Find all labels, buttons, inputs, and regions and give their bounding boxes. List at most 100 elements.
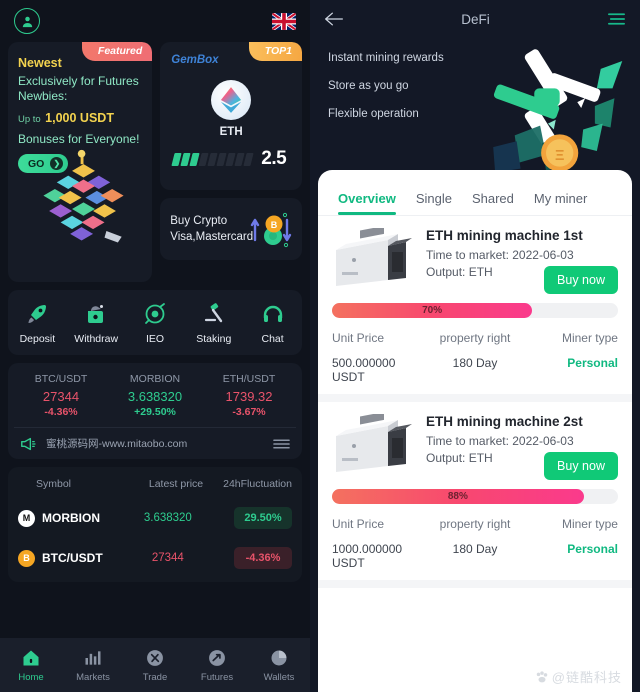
nav-item-futures[interactable]: Futures (186, 648, 248, 683)
market-change-cell: 29.50% (211, 507, 292, 529)
quick-action-label: Deposit (19, 333, 56, 345)
miner-name: ETH mining machine 2st (426, 414, 583, 429)
property-right-value: 180 Day (452, 356, 498, 370)
ticker-btc[interactable]: BTC/USDT 27344 -4.36% (14, 373, 108, 418)
futures-bonus-card[interactable]: Featured Newest Exclusively for Futures … (8, 42, 153, 282)
quick-action-chat[interactable]: Chat (245, 302, 301, 345)
market-header-change: 24hFluctuation (223, 478, 292, 490)
miner-card: ETH mining machine 1st Time to market: 2… (318, 216, 632, 402)
miner-kv-header: Unit Price property right Miner type (332, 331, 618, 345)
unit-price-label: Unit Price (332, 517, 385, 531)
ticker-name: BTC/USDT (34, 373, 88, 385)
defi-hero: Instant mining rewards Store as you go F… (310, 38, 640, 173)
buy-now-button[interactable]: Buy now (544, 266, 618, 294)
bitcoin-coin-icon: B (18, 549, 35, 567)
promo-upto-label: Up to (18, 114, 41, 125)
miner-card: ETH mining machine 2st Time to market: 2… (318, 402, 632, 588)
watermark: @链酷科技 (535, 667, 622, 686)
ticker-name: MORBION (129, 373, 181, 385)
unit-price-label: Unit Price (332, 331, 385, 345)
property-right-label: property right (439, 331, 511, 345)
market-symbol-cell: M MORBION (18, 509, 125, 527)
buy-crypto-line-2: Visa,Mastercard (170, 231, 254, 243)
quick-action-staking[interactable]: Staking (186, 302, 242, 345)
futures-icon (209, 649, 225, 666)
buy-crypto-text: Buy Crypto Visa,Mastercard (170, 213, 253, 245)
quick-action-withdraw[interactable]: Withdraw (68, 302, 124, 345)
quick-action-ieo[interactable]: IEO (127, 302, 183, 345)
ticker-change: +29.50% (134, 406, 176, 418)
market-table-header: Symbol Latest price 24hFluctuation (18, 475, 292, 498)
buy-now-button[interactable]: Buy now (544, 452, 618, 480)
headset-icon (263, 305, 282, 322)
quick-action-label: Staking (196, 333, 232, 345)
rocket-icon (28, 305, 47, 323)
gembox-card[interactable]: TOP1 GemBox ETH 2.5 (160, 42, 302, 190)
nav-label: Trade (142, 671, 168, 683)
market-header-symbol: Symbol (36, 478, 72, 490)
tab-my-miner[interactable]: My miner (524, 191, 597, 215)
status-badge: -4.36% (234, 547, 292, 569)
miner-progress-track: 88% (332, 489, 618, 504)
defi-tabs: Overview Single Shared My miner (318, 170, 632, 216)
back-arrow-icon[interactable] (324, 11, 344, 27)
ticker-row: BTC/USDT 27344 -4.36% MORBION 3.638320 +… (14, 373, 296, 418)
market-list-card: Symbol Latest price 24hFluctuation M MOR… (8, 467, 302, 582)
miner-time-to-market: Time to market: 2022-06-03 (426, 248, 618, 262)
miner-name: ETH mining machine 1st (426, 228, 583, 243)
tab-single[interactable]: Single (406, 191, 462, 215)
market-change-cell: -4.36% (211, 547, 292, 569)
miner-type-value: Personal (567, 542, 618, 556)
eth-coin-icon (211, 80, 252, 120)
quick-actions-bar: Deposit Withdraw IEO Staking Chat (8, 290, 302, 355)
market-price: 3.638320 (143, 512, 192, 524)
buy-crypto-line-1: Buy Crypto (170, 215, 228, 227)
miner-time-label: Time to market: (426, 434, 509, 448)
miner-top-row: ETH mining machine 1st Time to market: 2… (332, 228, 618, 294)
morbion-coin-icon: M (18, 509, 35, 527)
bottom-navigation: Home Markets Trade Futures Wallets (0, 638, 310, 692)
miner-time-value: 2022-06-03 (512, 434, 574, 448)
promo-row: Featured Newest Exclusively for Futures … (0, 42, 310, 282)
user-avatar-icon[interactable] (14, 8, 40, 34)
ticker-morbion[interactable]: MORBION 3.638320 +29.50% (108, 373, 202, 418)
miner-progress-fill: 88% (332, 489, 584, 504)
status-badge: 29.50% (234, 507, 292, 529)
table-row[interactable]: M MORBION 3.638320 29.50% (18, 498, 292, 538)
nav-item-markets[interactable]: Markets (62, 648, 124, 683)
tab-overview[interactable]: Overview (328, 191, 406, 215)
unit-price-value: 1000.000000 USDT (332, 542, 403, 570)
table-row[interactable]: B BTC/USDT 27344 -4.36% (18, 538, 292, 578)
promo-line-1: Exclusively for Futures (18, 74, 139, 88)
market-symbol: MORBION (42, 511, 100, 525)
miner-machine-image (336, 414, 412, 472)
miner-progress-fill: 70% (332, 303, 533, 318)
uk-flag-icon[interactable] (272, 12, 296, 30)
miner-info: ETH mining machine 2st Time to market: 2… (426, 414, 618, 480)
market-symbol-cell: B BTC/USDT (18, 549, 125, 567)
ticker-eth[interactable]: ETH/USDT 1739.32 -3.67% (202, 373, 296, 418)
miner-progress-text: 70% (422, 305, 443, 316)
featured-badge: Featured (81, 42, 153, 61)
property-right-value: 180 Day (452, 542, 498, 556)
right-phone-panel: DeFi Instant mining rewards Store as you… (310, 0, 640, 692)
list-menu-icon[interactable] (273, 438, 290, 450)
ticker-summary-card: BTC/USDT 27344 -4.36% MORBION 3.638320 +… (8, 363, 302, 459)
quick-action-deposit[interactable]: Deposit (9, 302, 65, 345)
nav-item-home[interactable]: Home (0, 648, 62, 683)
announcement-row[interactable]: 蜜桃源码网-www.mitaobo.com (14, 427, 296, 453)
buy-crypto-card[interactable]: Buy Crypto Visa,Mastercard B (160, 198, 302, 260)
tab-shared[interactable]: Shared (462, 191, 524, 215)
ticker-price: 1739.32 (225, 389, 273, 404)
ticker-price: 3.638320 (127, 389, 183, 404)
nav-label: Markets (76, 671, 110, 683)
quick-action-label: Chat (261, 333, 284, 345)
miner-output-label: Output: (426, 451, 466, 465)
nav-item-trade[interactable]: Trade (124, 648, 186, 683)
windmill-illustration: Ξ (493, 49, 623, 173)
home-icon (23, 650, 39, 665)
gembox-coin-label: ETH (219, 126, 243, 138)
miner-kv-values: 500.000000 USDT 180 Day Personal (332, 356, 618, 384)
hamburger-icon[interactable] (607, 12, 626, 26)
nav-item-wallets[interactable]: Wallets (248, 648, 310, 683)
